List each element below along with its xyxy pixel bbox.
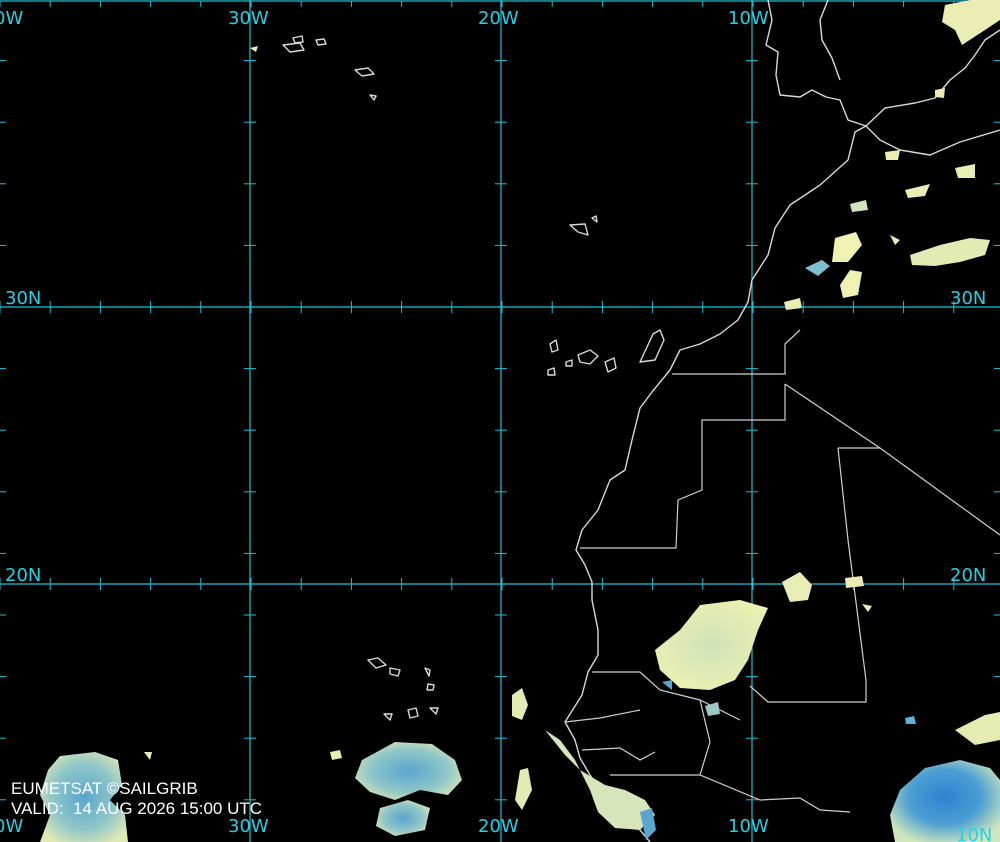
lon-label-top-2: 20W [478, 8, 519, 29]
lon-label-top-0: 0W [0, 8, 23, 29]
lat-label-left-0: 30N [5, 288, 41, 309]
satellite-map: 0W 30W 20W 10W 30N 20N 30N 20N 10N 0W 30… [0, 0, 1000, 842]
lat-label-right-1: 20N [950, 565, 986, 586]
country-borders [564, 329, 1000, 821]
credit-source: EUMETSAT ©SAILGRIB [11, 779, 198, 798]
coordinate-labels: 0W 30W 20W 10W 30N 20N 30N 20N 10N 0W 30… [0, 8, 992, 842]
lon-label-bottom-0: 0W [0, 816, 23, 837]
lat-label-left-1: 20N [5, 565, 41, 586]
graticule [0, 0, 1000, 842]
lon-label-top-1: 30W [228, 8, 269, 29]
lon-label-bottom-1: 30W [228, 816, 269, 837]
coastlines [282, 0, 1000, 842]
lat-label-right-0: 30N [950, 288, 986, 309]
credit-valid-time: VALID: 14 AUG 2026 15:00 UTC [11, 799, 263, 818]
lon-label-bottom-3: 10W [728, 816, 769, 837]
lon-label-top-3: 10W [728, 8, 769, 29]
lon-label-bottom-2: 20W [478, 816, 519, 837]
cloud-cover [40, 0, 1000, 842]
lat-label-right-2: 10N [956, 825, 992, 842]
